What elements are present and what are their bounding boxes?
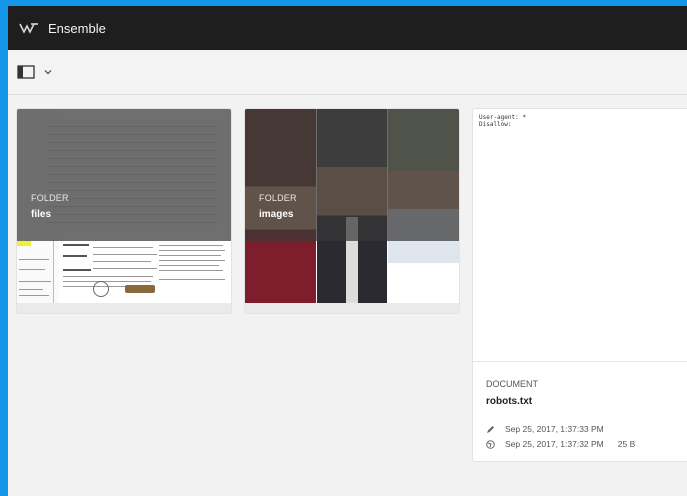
folder-overlay: FOLDER images xyxy=(245,109,459,241)
folder-thumbnail: FOLDER files xyxy=(17,109,231,303)
app-title: Ensemble xyxy=(48,20,106,36)
app-window: Ensemble FOLDER files FOLDER images User… xyxy=(8,6,687,496)
document-card-robots[interactable]: User-agent: * Disallow: DOCUMENT robots.… xyxy=(473,109,687,461)
rail-toggle-icon xyxy=(17,65,35,79)
card-name[interactable]: files xyxy=(31,209,51,220)
globe-icon xyxy=(486,439,495,449)
published-row: Sep 25, 2017, 1:37:32 PM 25 B xyxy=(486,439,635,449)
folder-overlay: FOLDER files xyxy=(17,109,231,241)
published-date: Sep 25, 2017, 1:37:32 PM xyxy=(505,439,604,449)
document-meta: DOCUMENT robots.txt Sep 25, 2017, 1:37:3… xyxy=(473,361,687,461)
folder-thumbnail: FOLDER images xyxy=(245,109,459,303)
title-bar: Ensemble xyxy=(8,6,687,50)
card-type-label: DOCUMENT xyxy=(486,379,538,389)
card-type-label: FOLDER xyxy=(31,193,69,203)
file-size: 25 B xyxy=(617,439,636,449)
card-footer xyxy=(17,303,231,313)
card-name[interactable]: images xyxy=(259,209,293,220)
card-name[interactable]: robots.txt xyxy=(486,396,532,407)
modified-row: Sep 25, 2017, 1:37:33 PM xyxy=(486,424,604,434)
pencil-icon xyxy=(486,425,495,434)
toolbar xyxy=(8,50,687,95)
folder-card-files[interactable]: FOLDER files xyxy=(17,109,231,313)
chevron-down-icon xyxy=(43,67,53,77)
card-type-label: FOLDER xyxy=(259,193,297,203)
document-preview: User-agent: * Disallow: xyxy=(473,109,687,361)
rail-toggle-button[interactable] xyxy=(17,65,53,79)
card-footer xyxy=(245,303,459,313)
brand-logo-icon xyxy=(19,22,39,34)
modified-date: Sep 25, 2017, 1:37:33 PM xyxy=(505,424,604,434)
folder-card-images[interactable]: FOLDER images xyxy=(245,109,459,313)
